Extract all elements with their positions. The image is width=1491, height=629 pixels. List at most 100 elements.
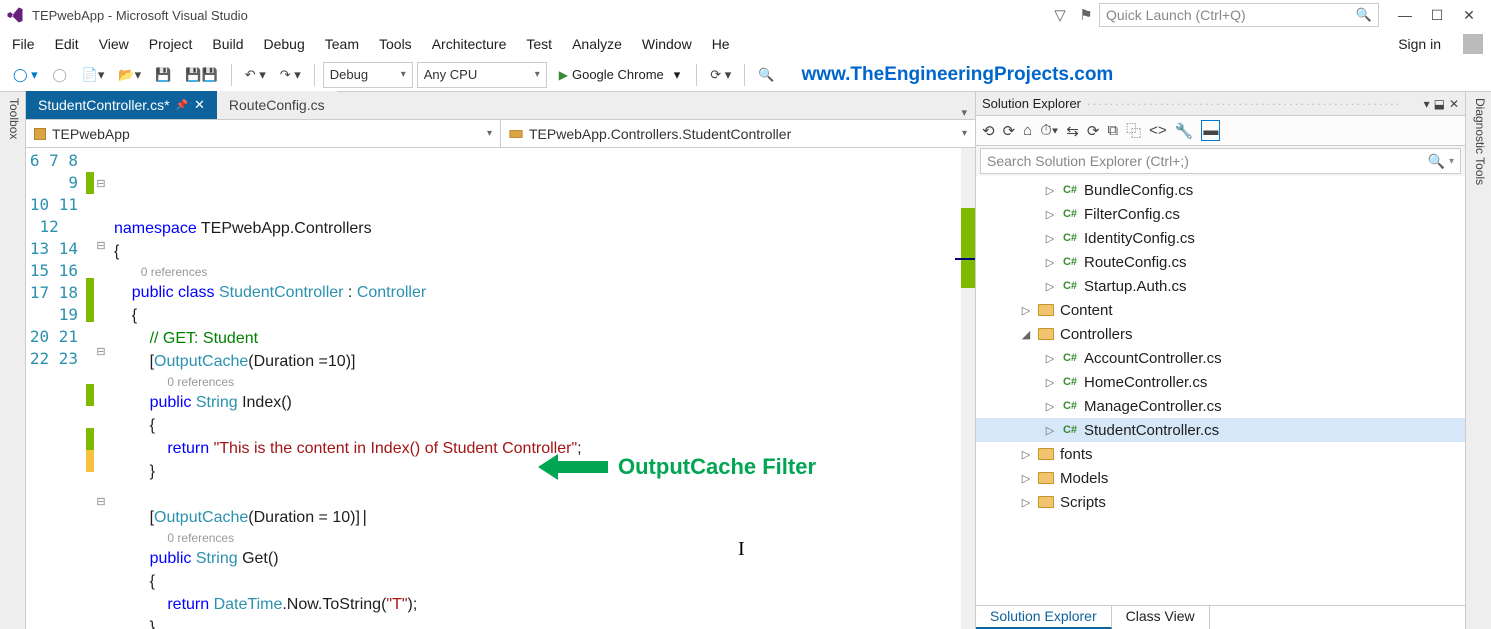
- scrollbar-track[interactable]: [961, 148, 975, 629]
- avatar-icon[interactable]: [1463, 34, 1483, 54]
- save-all-button[interactable]: 💾💾: [180, 62, 222, 88]
- pin-icon[interactable]: 📌: [176, 100, 188, 111]
- tree-node-label: AccountController.cs: [1084, 350, 1222, 367]
- preview-icon[interactable]: ▬: [1201, 120, 1220, 141]
- chevron-icon[interactable]: ▷: [1020, 472, 1032, 485]
- menu-analyze[interactable]: Analyze: [562, 32, 632, 56]
- config-selector[interactable]: Debug▾: [323, 62, 413, 88]
- tree-node[interactable]: ▷C#StudentController.cs: [976, 418, 1465, 442]
- chevron-icon[interactable]: ▷: [1020, 496, 1032, 509]
- tab-class-view[interactable]: Class View: [1112, 606, 1210, 629]
- chevron-icon[interactable]: ▷: [1020, 448, 1032, 461]
- codelens-reference[interactable]: 0 references: [114, 263, 975, 281]
- chevron-icon[interactable]: ▷: [1044, 280, 1056, 293]
- run-button[interactable]: ▶Google Chrome▾: [551, 62, 689, 88]
- solution-tree[interactable]: ▷C#BundleConfig.cs▷C#FilterConfig.cs▷C#I…: [976, 176, 1465, 605]
- save-button[interactable]: 💾: [150, 62, 176, 88]
- codelens-reference[interactable]: 0 references: [114, 373, 975, 391]
- fold-gutter[interactable]: ⊟⊟⊟⊟: [94, 148, 108, 629]
- tab-solution-explorer[interactable]: Solution Explorer: [976, 606, 1112, 629]
- chevron-icon[interactable]: ▷: [1044, 256, 1056, 269]
- tree-node[interactable]: ▷C#Startup.Auth.cs: [976, 274, 1465, 298]
- minimize-button[interactable]: —: [1389, 0, 1421, 30]
- collapse-icon[interactable]: ⧉: [1107, 122, 1118, 139]
- close-pane-icon[interactable]: ✕: [1449, 97, 1459, 111]
- find-button[interactable]: 🔍: [753, 62, 779, 88]
- codelens-reference[interactable]: 0 references: [114, 529, 975, 547]
- folder-icon: [1038, 470, 1054, 486]
- code-editor[interactable]: 6 7 8 9 10 11 12 13 14 15 16 17 18 19 20…: [26, 148, 975, 629]
- tree-node[interactable]: ▷Models: [976, 466, 1465, 490]
- chevron-icon[interactable]: ◢: [1020, 328, 1032, 341]
- maximize-button[interactable]: ☐: [1421, 0, 1453, 30]
- code-content[interactable]: namespace TEPwebApp.Controllers { 0 refe…: [108, 148, 975, 629]
- quick-launch-input[interactable]: Quick Launch (Ctrl+Q) 🔍: [1099, 3, 1379, 27]
- doc-tab-routeconfig[interactable]: RouteConfig.cs: [217, 91, 337, 119]
- menu-debug[interactable]: Debug: [254, 32, 315, 56]
- chevron-icon[interactable]: ▷: [1044, 352, 1056, 365]
- menu-test[interactable]: Test: [516, 32, 562, 56]
- chevron-icon[interactable]: ▷: [1044, 232, 1056, 245]
- undo-button[interactable]: ↶ ▾: [240, 62, 271, 88]
- home-icon[interactable]: ⌂: [1023, 122, 1032, 139]
- copy-icon[interactable]: ⿻: [1126, 120, 1141, 141]
- new-project-button[interactable]: 📄▾: [77, 62, 110, 88]
- menu-architecture[interactable]: Architecture: [422, 32, 517, 56]
- pin-pane-icon[interactable]: ⬓: [1434, 97, 1445, 111]
- annotation-outputcache: OutputCache Filter: [538, 452, 816, 482]
- nav-class-selector[interactable]: TEPwebApp.Controllers.StudentController …: [501, 120, 975, 147]
- tree-node[interactable]: ▷C#AccountController.cs: [976, 346, 1465, 370]
- toolbox-panel-tab[interactable]: Toolbox: [0, 92, 26, 629]
- open-button[interactable]: 📂▾: [113, 62, 146, 88]
- redo-button[interactable]: ↷ ▾: [275, 62, 306, 88]
- back-button[interactable]: ◯ ▾: [8, 62, 43, 88]
- chevron-icon[interactable]: ▷: [1044, 400, 1056, 413]
- tree-node[interactable]: ▷C#ManageController.cs: [976, 394, 1465, 418]
- platform-selector[interactable]: Any CPU▾: [417, 62, 547, 88]
- solution-explorer-search[interactable]: Search Solution Explorer (Ctrl+;) 🔍 ▾: [980, 148, 1461, 174]
- close-window-button[interactable]: ✕: [1453, 0, 1485, 30]
- flag-icon[interactable]: ⚑: [1073, 0, 1099, 30]
- menu-view[interactable]: View: [89, 32, 139, 56]
- menu-team[interactable]: Team: [315, 32, 369, 56]
- tree-node[interactable]: ▷C#HomeController.cs: [976, 370, 1465, 394]
- tree-node[interactable]: ▷fonts: [976, 442, 1465, 466]
- chevron-icon[interactable]: ▷: [1044, 208, 1056, 221]
- refresh-button[interactable]: ⟳ ▾: [705, 62, 736, 88]
- forward-button[interactable]: ◯: [47, 62, 73, 88]
- tabs-dropdown-icon[interactable]: ▾: [961, 106, 967, 119]
- doc-tab-studentcontroller[interactable]: StudentController.cs* 📌 ✕: [26, 91, 217, 119]
- pane-dropdown-icon[interactable]: ▾: [1424, 97, 1430, 111]
- back-icon[interactable]: ⟲: [982, 122, 995, 140]
- tree-node[interactable]: ▷Scripts: [976, 490, 1465, 514]
- nav-project-selector[interactable]: TEPwebApp ▾: [26, 120, 501, 147]
- search-dropdown-icon[interactable]: ▾: [1449, 156, 1454, 167]
- menu-file[interactable]: File: [2, 32, 45, 56]
- refresh-icon[interactable]: ⟳: [1087, 122, 1100, 140]
- tree-node[interactable]: ▷C#IdentityConfig.cs: [976, 226, 1465, 250]
- chevron-icon[interactable]: ▷: [1020, 304, 1032, 317]
- menu-window[interactable]: Window: [632, 32, 702, 56]
- forward-icon[interactable]: ⟳: [1003, 122, 1016, 140]
- properties-icon[interactable]: 🔧: [1175, 122, 1194, 140]
- tree-node[interactable]: ▷C#RouteConfig.cs: [976, 250, 1465, 274]
- funnel-icon[interactable]: ▽: [1047, 0, 1073, 30]
- sign-in-link[interactable]: Sign in: [1398, 36, 1453, 52]
- menu-help[interactable]: He: [702, 32, 740, 56]
- menu-edit[interactable]: Edit: [45, 32, 89, 56]
- diagnostic-tools-tab[interactable]: Diagnostic Tools: [1465, 92, 1491, 629]
- tree-node[interactable]: ▷Content: [976, 298, 1465, 322]
- sync-icon[interactable]: ⇆: [1066, 122, 1079, 140]
- chevron-icon[interactable]: ▷: [1044, 424, 1056, 437]
- chevron-icon[interactable]: ▷: [1044, 376, 1056, 389]
- menu-build[interactable]: Build: [202, 32, 253, 56]
- chevron-icon[interactable]: ▷: [1044, 184, 1056, 197]
- close-tab-icon[interactable]: ✕: [194, 97, 205, 113]
- code-icon[interactable]: <>: [1149, 122, 1167, 139]
- tree-node[interactable]: ◢Controllers: [976, 322, 1465, 346]
- tree-node[interactable]: ▷C#FilterConfig.cs: [976, 202, 1465, 226]
- scope-icon[interactable]: ⏱▾: [1040, 122, 1058, 139]
- menu-tools[interactable]: Tools: [369, 32, 422, 56]
- tree-node[interactable]: ▷C#BundleConfig.cs: [976, 178, 1465, 202]
- menu-project[interactable]: Project: [139, 32, 203, 56]
